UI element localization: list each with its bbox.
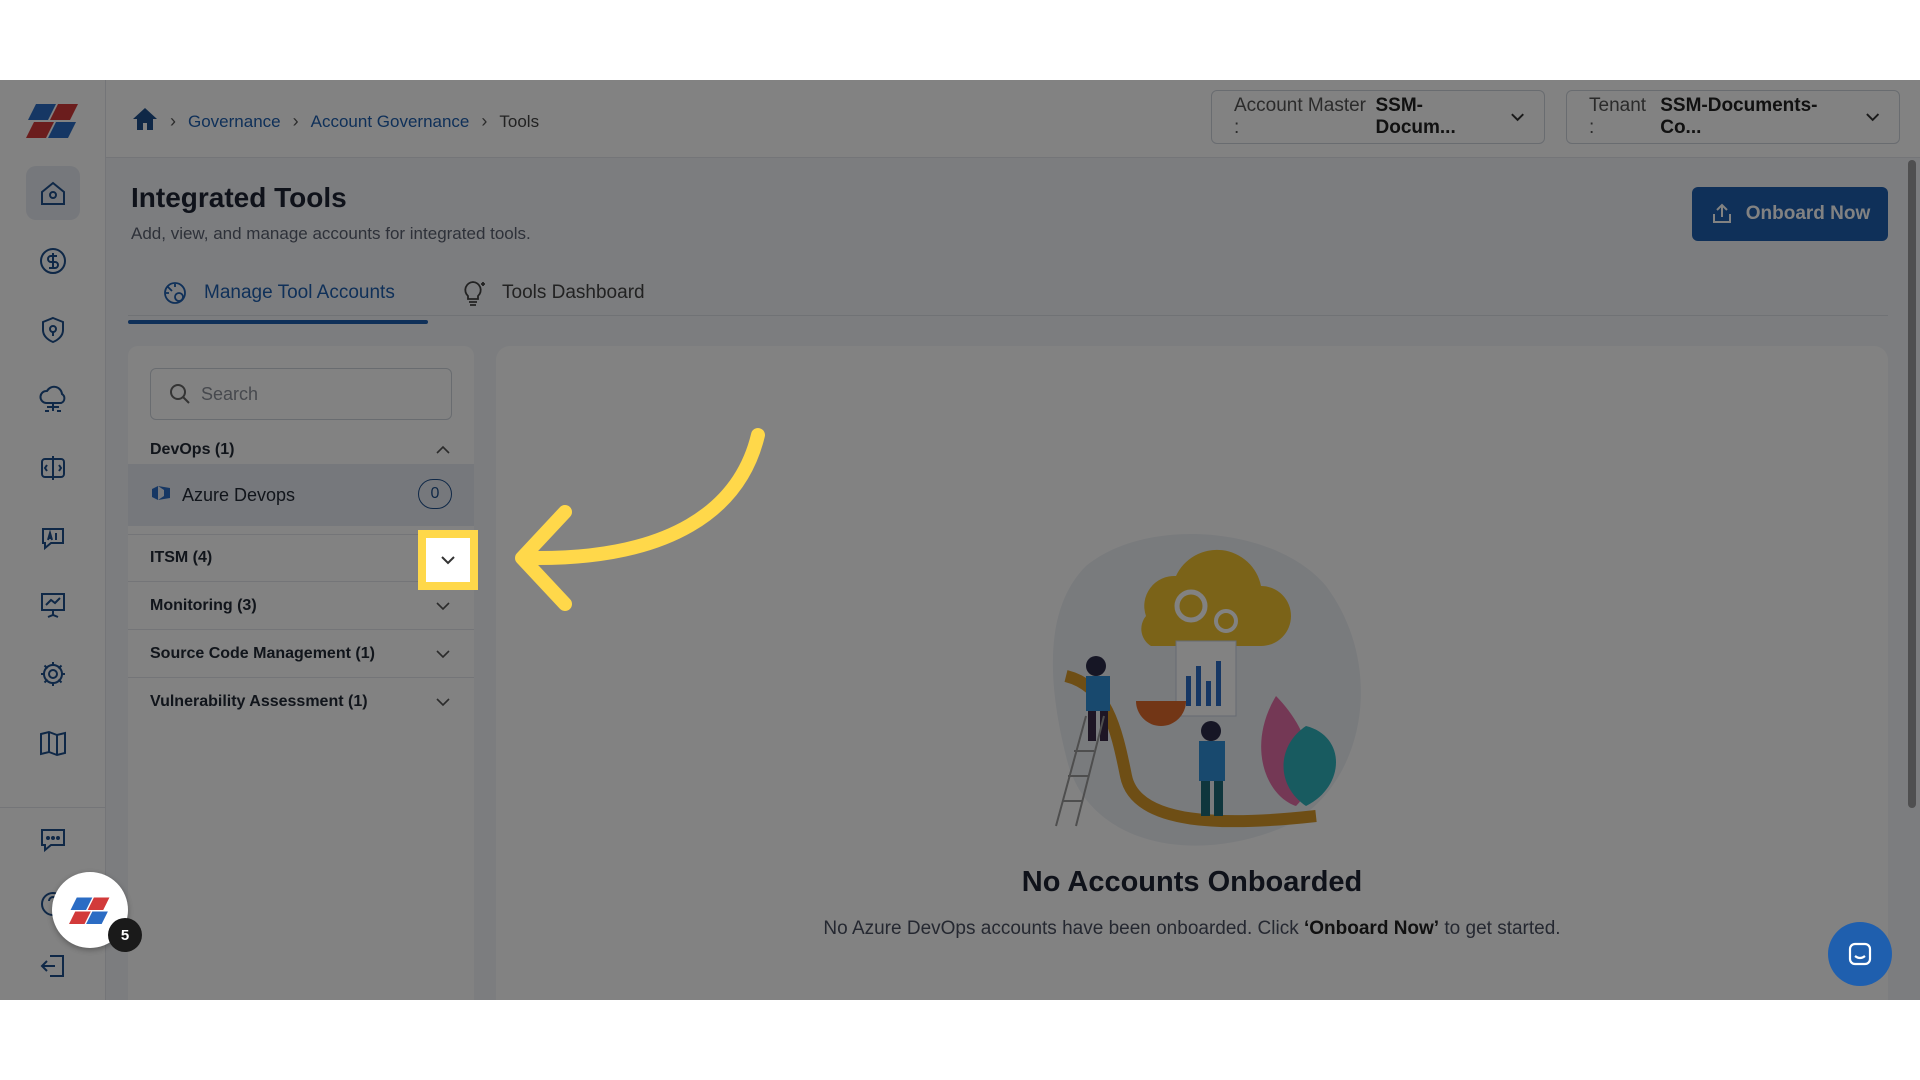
breadcrumb-tools: Tools: [499, 111, 540, 131]
search-icon: [170, 384, 190, 404]
onboard-now-label: Onboard Now: [1745, 203, 1871, 224]
chevron-down-icon[interactable]: [434, 645, 452, 663]
category-label: Source Code Management (1): [150, 644, 375, 662]
category-label: Monitoring (3): [150, 596, 257, 614]
cloud-nav-icon[interactable]: [26, 372, 80, 426]
notification-badge: 5: [108, 918, 142, 952]
lightbulb-icon: [464, 281, 485, 306]
category-vulnerability-assessment[interactable]: Vulnerability Assessment (1): [128, 678, 474, 726]
docs-nav-icon[interactable]: [26, 716, 80, 770]
cost-nav-icon[interactable]: [26, 234, 80, 288]
empty-message-bold: ‘Onboard Now’: [1303, 918, 1440, 939]
onboard-now-button[interactable]: Onboard Now: [1692, 187, 1888, 241]
category-label: ITSM (4): [150, 548, 213, 566]
app-logo[interactable]: [26, 100, 80, 140]
security-nav-icon[interactable]: [26, 303, 80, 357]
category-panel: DevOps (1) Azure Devops 0 ITSM (4) Monit…: [128, 346, 474, 1000]
empty-state-illustration: [1052, 533, 1361, 846]
chevron-down-icon[interactable]: [434, 597, 452, 615]
breadcrumb-governance[interactable]: Governance: [188, 112, 281, 132]
account-count-badge: 0: [418, 479, 452, 509]
tenant-value: SSM-Documents-Co...: [1660, 95, 1818, 138]
tab-manage-tool-accounts[interactable]: Manage Tool Accounts: [160, 270, 395, 316]
upload-icon: [1712, 203, 1731, 223]
account-master-selector[interactable]: Account Master : SSM-Docum...: [1211, 90, 1545, 144]
itsm-expand-chevron-highlight[interactable]: [418, 530, 478, 590]
azure-devops-icon: [150, 482, 172, 509]
search-box[interactable]: [150, 368, 452, 420]
empty-state-title: No Accounts Onboarded: [1021, 866, 1363, 898]
app-logo-icon: [69, 897, 110, 924]
account-master-label: Account Master :: [1234, 95, 1366, 138]
category-source-code-management[interactable]: Source Code Management (1): [128, 630, 474, 678]
breadcrumb-account-governance[interactable]: Account Governance: [311, 112, 470, 132]
home-icon[interactable]: [132, 106, 158, 137]
tool-item-azure-devops[interactable]: Azure Devops 0: [128, 464, 474, 526]
top-header: › Governance › Account Governance › Tool…: [106, 80, 1920, 158]
tab-tools-dashboard[interactable]: Tools Dashboard: [458, 270, 645, 316]
home-nav-icon[interactable]: [26, 166, 80, 220]
logout-nav-icon[interactable]: [26, 939, 80, 993]
breadcrumb-chevron-icon: ›: [292, 111, 299, 131]
chat-icon: [1848, 942, 1872, 966]
tool-label: Azure Devops: [182, 484, 296, 505]
scrollbar[interactable]: [1908, 160, 1916, 808]
rail-divider: [0, 807, 106, 808]
empty-message-suffix: to get started.: [1444, 918, 1561, 939]
chevron-down-icon[interactable]: [434, 693, 452, 711]
empty-message-prefix: No Azure DevOps accounts have been onboa…: [823, 918, 1299, 939]
category-label: DevOps (1): [150, 441, 235, 458]
left-rail: [0, 80, 106, 1000]
chevron-up-icon[interactable]: [434, 441, 452, 459]
tab-label: Manage Tool Accounts: [204, 282, 395, 303]
page-subtitle: Add, view, and manage accounts for integ…: [131, 224, 531, 243]
gear-tools-icon: [164, 282, 186, 304]
compare-nav-icon[interactable]: [26, 441, 80, 495]
settings-nav-icon[interactable]: [26, 647, 80, 701]
callout-arrow: [515, 428, 765, 611]
ai-nav-icon[interactable]: [26, 510, 80, 564]
chat-button[interactable]: [1828, 922, 1892, 986]
letterbox-top: [0, 0, 1920, 80]
app-window: › Governance › Account Governance › Tool…: [0, 80, 1920, 1000]
tab-label: Tools Dashboard: [502, 282, 645, 303]
breadcrumb-chevron-icon: ›: [481, 111, 488, 131]
letterbox-bottom: [0, 1000, 1920, 1080]
tenant-label: Tenant :: [1589, 95, 1647, 138]
reports-nav-icon[interactable]: [26, 578, 80, 632]
chevron-down-icon: [441, 556, 455, 565]
chevron-down-icon: [1511, 113, 1524, 122]
feedback-nav-icon[interactable]: [26, 812, 80, 866]
breadcrumb: › Governance › Account Governance › Tool…: [132, 106, 539, 137]
category-label: Vulnerability Assessment (1): [150, 693, 368, 710]
tab-bar: Manage Tool Accounts Tools Dashboard: [128, 270, 1888, 316]
search-input[interactable]: [201, 383, 441, 405]
chevron-down-icon: [1865, 113, 1879, 122]
breadcrumb-chevron-icon: ›: [170, 111, 176, 131]
page-title: Integrated Tools: [131, 182, 347, 213]
active-tab-indicator: [128, 320, 428, 324]
tenant-selector[interactable]: Tenant : SSM-Documents-Co...: [1566, 90, 1900, 144]
empty-state-message: No Azure DevOps accounts have been onboa…: [496, 918, 1888, 940]
account-master-value: SSM-Docum...: [1375, 95, 1456, 138]
